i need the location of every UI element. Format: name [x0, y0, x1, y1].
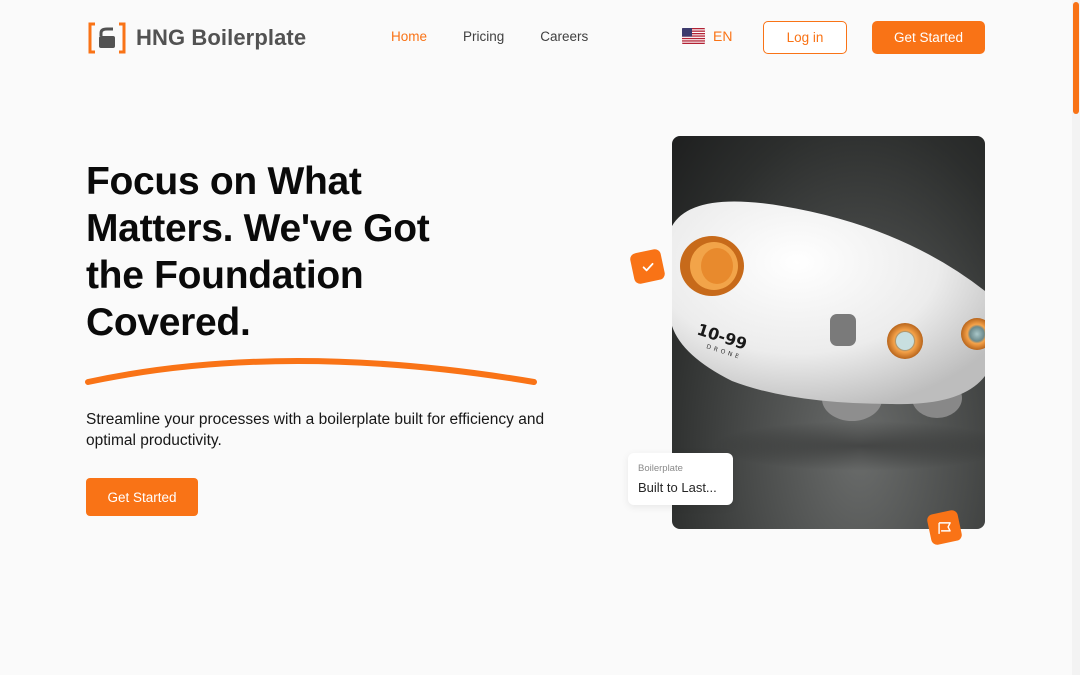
- login-button[interactable]: Log in: [763, 21, 847, 54]
- check-icon: [629, 248, 666, 285]
- headline-line: Matters. We've Got: [86, 207, 430, 250]
- logo[interactable]: HNG Boilerplate: [88, 22, 306, 54]
- nav-link-careers[interactable]: Careers: [540, 29, 588, 44]
- nav-link-pricing[interactable]: Pricing: [463, 29, 504, 44]
- nav-link-home[interactable]: Home: [391, 29, 427, 44]
- card-label: Boilerplate: [638, 463, 683, 474]
- hero-headline: Focus on What Matters. We've Got the Fou…: [86, 158, 556, 346]
- language-selector[interactable]: EN: [682, 28, 732, 44]
- image-caption-card: Boilerplate Built to Last...: [628, 453, 733, 505]
- hero-get-started-button[interactable]: Get Started: [86, 478, 198, 516]
- nav-get-started-button[interactable]: Get Started: [872, 21, 985, 54]
- card-title: Built to Last...: [638, 480, 717, 495]
- hero-subtitle: Streamline your processes with a boilerp…: [86, 411, 545, 449]
- page-scrollbar[interactable]: [1072, 0, 1080, 675]
- logo-mark-icon: [88, 22, 126, 54]
- underline-swoosh: [85, 358, 537, 385]
- scrollbar-thumb[interactable]: [1073, 2, 1079, 114]
- headline-line: Focus on What: [86, 160, 362, 203]
- flag-icon: [926, 509, 963, 546]
- headline-line: the Foundation: [86, 254, 364, 297]
- us-flag-icon: [682, 28, 705, 44]
- headline-line: Covered.: [86, 301, 251, 344]
- nav-links: Home Pricing Careers: [391, 29, 588, 44]
- top-nav: HNG Boilerplate Home Pricing Careers EN …: [0, 0, 1072, 75]
- language-label: EN: [713, 28, 733, 44]
- brand-name: HNG Boilerplate: [136, 25, 307, 50]
